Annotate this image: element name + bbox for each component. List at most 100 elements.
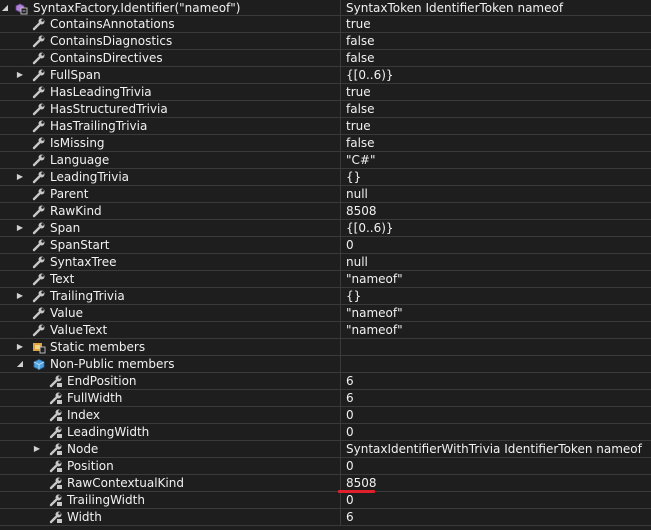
non-public-members-label: Non-Public members (50, 357, 175, 371)
watch-row[interactable]: ▶ LeadingTrivia {} (0, 169, 651, 186)
wrench-property-icon (32, 272, 46, 286)
property-name: HasTrailingTrivia (50, 119, 148, 133)
watch-row[interactable]: FullWidth 6 (0, 390, 651, 407)
property-name: HasStructuredTrivia (50, 102, 168, 116)
watch-row[interactable]: SyntaxTree null (0, 254, 651, 271)
annotation-underline (338, 490, 375, 493)
watch-row[interactable]: Language "C#" (0, 152, 651, 169)
property-name: SpanStart (50, 238, 110, 252)
watch-row[interactable]: ▶ FullSpan {[0..6)} (0, 67, 651, 84)
property-value: 0 (346, 459, 354, 473)
property-name: TrailingWidth (67, 493, 145, 507)
property-value: {} (346, 289, 362, 303)
property-value: null (346, 255, 368, 269)
property-value: "nameof" (346, 306, 403, 320)
property-value: null (346, 187, 368, 201)
wrench-property-icon (32, 204, 46, 218)
private-wrench-property-icon (49, 391, 63, 405)
expand-arrow-icon[interactable]: ▶ (15, 67, 25, 83)
wrench-property-icon (32, 221, 46, 235)
watch-row-static-members[interactable]: ▶ Static members (0, 339, 651, 356)
property-value: 0 (346, 238, 354, 252)
property-value (341, 339, 651, 355)
watch-row[interactable]: ContainsDiagnostics false (0, 33, 651, 50)
name-cell: ◢ SyntaxFactory.Identifier("nameof") (0, 0, 341, 15)
watch-row[interactable]: HasStructuredTrivia false (0, 101, 651, 118)
watch-row[interactable]: RawContextualKind 8508 (0, 475, 651, 492)
property-value: true (346, 119, 371, 133)
property-name: LeadingTrivia (50, 170, 130, 184)
watch-row[interactable]: IsMissing false (0, 135, 651, 152)
property-name: LeadingWidth (67, 425, 150, 439)
watch-row[interactable]: ValueText "nameof" (0, 322, 651, 339)
watch-row[interactable]: ContainsAnnotations true (0, 16, 651, 33)
collapse-arrow-icon[interactable]: ◢ (15, 356, 25, 372)
watch-row[interactable]: LeadingWidth 0 (0, 424, 651, 441)
property-name: TrailingTrivia (50, 289, 125, 303)
property-value: 6 (346, 391, 354, 405)
watch-row[interactable]: ▶ TrailingTrivia {} (0, 288, 651, 305)
wrench-property-icon (32, 68, 46, 82)
watch-row[interactable]: ▶ Node SyntaxIdentifierWithTrivia Identi… (0, 441, 651, 458)
watch-row-root[interactable]: ◢ SyntaxFactory.Identifier("nameof") Syn… (0, 0, 651, 16)
watch-row-non-public-members[interactable]: ◢ Non-Public members (0, 356, 651, 373)
wrench-property-icon (32, 187, 46, 201)
property-value: 6 (346, 510, 354, 524)
property-value: false (346, 34, 375, 48)
expand-arrow-icon[interactable]: ▶ (32, 441, 42, 457)
watch-row[interactable]: ▶ Span {[0..6)} (0, 220, 651, 237)
property-name: FullWidth (67, 391, 123, 405)
wrench-property-icon (32, 153, 46, 167)
property-value (341, 356, 651, 372)
property-name: RawContextualKind (67, 476, 184, 490)
wrench-property-icon (32, 34, 46, 48)
watch-row[interactable]: Position 0 (0, 458, 651, 475)
expand-arrow-icon[interactable]: ▶ (15, 288, 25, 304)
watch-row[interactable]: EndPosition 6 (0, 373, 651, 390)
property-name: ContainsDirectives (50, 51, 163, 65)
expand-arrow-icon[interactable]: ▶ (15, 339, 25, 355)
property-value: {[0..6)} (346, 221, 394, 235)
private-wrench-property-icon (49, 476, 63, 490)
watch-row[interactable]: Text "nameof" (0, 271, 651, 288)
property-name: ValueText (50, 323, 108, 337)
property-name: Position (67, 459, 114, 473)
watch-row[interactable]: HasTrailingTrivia true (0, 118, 651, 135)
property-value: false (346, 51, 375, 65)
property-name: FullSpan (50, 68, 101, 82)
property-value: "nameof" (346, 272, 403, 286)
watch-row[interactable]: Parent null (0, 186, 651, 203)
property-value: true (346, 17, 371, 31)
property-name: IsMissing (50, 136, 105, 150)
private-wrench-property-icon (49, 510, 63, 524)
property-name: Node (67, 442, 99, 456)
watch-row[interactable]: Value "nameof" (0, 305, 651, 322)
private-wrench-property-icon (49, 493, 63, 507)
property-name: Width (67, 510, 102, 524)
expand-arrow-icon[interactable]: ▶ (15, 220, 25, 236)
property-value: "C#" (346, 153, 376, 167)
property-value: 0 (346, 425, 354, 439)
wrench-property-icon (32, 85, 46, 99)
property-name: Span (50, 221, 81, 235)
private-wrench-property-icon (49, 442, 63, 456)
watch-row[interactable]: SpanStart 0 (0, 237, 651, 254)
watch-row[interactable]: HasLeadingTrivia true (0, 84, 651, 101)
property-value: true (346, 85, 371, 99)
watch-row[interactable]: TrailingWidth 0 (0, 492, 651, 509)
non-public-members-icon (32, 357, 46, 371)
watch-row[interactable]: Width 6 (0, 509, 651, 526)
wrench-property-icon (32, 170, 46, 184)
property-value: 8508 (346, 204, 377, 218)
property-name: SyntaxTree (50, 255, 117, 269)
watch-row[interactable]: RawKind 8508 (0, 203, 651, 220)
wrench-property-icon (32, 17, 46, 31)
watch-row[interactable]: ContainsDirectives false (0, 50, 651, 67)
private-wrench-property-icon (49, 425, 63, 439)
property-name: RawKind (50, 204, 102, 218)
watch-row[interactable]: Index 0 (0, 407, 651, 424)
property-name: Index (67, 408, 101, 422)
expand-arrow-icon[interactable]: ▶ (15, 169, 25, 185)
collapse-arrow-icon[interactable]: ◢ (0, 0, 10, 15)
property-name: HasLeadingTrivia (50, 85, 152, 99)
